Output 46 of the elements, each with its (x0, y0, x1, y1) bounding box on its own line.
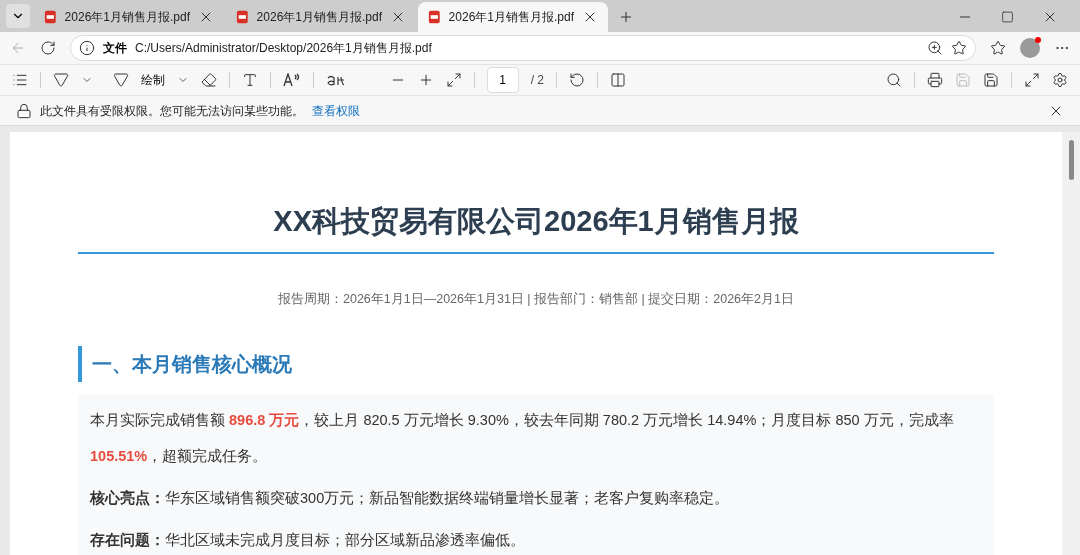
favorites-list-icon[interactable] (990, 40, 1006, 56)
tab-list-button[interactable] (6, 4, 30, 28)
summary-paragraph: 本月实际完成销售额 896.8 万元，较上月 820.5 万元增长 9.30%，较去年同期 780.2 万元增长 14.94%；月度目标 850 万元，完成率 105.51%，超额完成任务。 (90, 411, 955, 467)
browser-tab[interactable]: 2026年1月销售月报.pdf (34, 2, 224, 32)
pdf-file-icon (236, 10, 249, 24)
favorite-icon[interactable] (951, 40, 967, 56)
view-permissions-link[interactable]: 查看权限 (312, 101, 360, 120)
scheme-label: 文件 (103, 40, 127, 57)
info-icon (79, 40, 95, 56)
browser-tab[interactable]: 2026年1月销售月报.pdf (418, 2, 608, 32)
refresh-icon[interactable] (40, 40, 56, 56)
rotate-icon[interactable] (569, 72, 585, 88)
summary-paragraph: 核心亮点：华东区域销售额突破300万元；新品智能数据终端销量增长显著；老客户复购率稳定。 (90, 489, 731, 509)
page-number-field[interactable]: 1 (486, 67, 519, 93)
browser-tab[interactable]: 2026年1月销售月报.pdf (226, 2, 416, 32)
section-heading: 一、本月销售核心概况 (78, 346, 994, 383)
fullscreen-icon[interactable] (1024, 72, 1040, 88)
summary-paragraph: 存在问题：华北区域未完成月度目标；部分区域新品渗透率偏低。 (90, 531, 526, 551)
report-meta: 报告周期：2026年1月1日—2026年1月31日 | 报告部门：销售部 | 提交日期：2026年2月1日 (277, 290, 795, 308)
tab-title: 2026年1月销售月报.pdf (64, 9, 190, 26)
pdf-file-icon (44, 10, 57, 24)
contents-icon[interactable] (12, 72, 28, 88)
page-view-icon[interactable] (610, 72, 626, 88)
document-title: XX科技贸易有限公司2026年1月销售月报 (78, 200, 994, 254)
maximize-icon[interactable] (1001, 9, 1014, 25)
lock-icon (16, 102, 32, 119)
read-aloud-icon[interactable] (283, 73, 301, 87)
tab-title: 2026年1月销售月报.pdf (256, 9, 382, 26)
pdf-file-icon (428, 10, 441, 24)
eraser-icon[interactable] (201, 72, 217, 88)
draw-label[interactable]: 绘制 (141, 71, 165, 89)
address-bar[interactable]: 文件 C:/Users/Administrator/Desktop/2026年1月销售月报.pdf (70, 35, 976, 61)
scrollbar[interactable] (1062, 132, 1080, 555)
page-total: / 2 (530, 72, 544, 89)
text-box-icon[interactable] (242, 72, 258, 88)
new-tab-icon[interactable] (618, 9, 634, 25)
tab-title: 2026年1月销售月报.pdf (448, 9, 574, 26)
print-icon[interactable] (927, 72, 943, 88)
fit-page-icon[interactable] (445, 72, 462, 88)
url-text: C:/Users/Administrator/Desktop/2026年1月销售月报.pdf (135, 40, 433, 57)
profile-avatar[interactable] (1020, 38, 1040, 58)
save-as-icon[interactable] (983, 72, 999, 88)
zoom-icon[interactable] (927, 40, 943, 56)
restriction-notice: 此文件具有受限权限。您可能无法访问某些功能。 (40, 102, 304, 120)
settings-icon[interactable] (1052, 72, 1068, 88)
search-icon[interactable] (886, 72, 902, 88)
